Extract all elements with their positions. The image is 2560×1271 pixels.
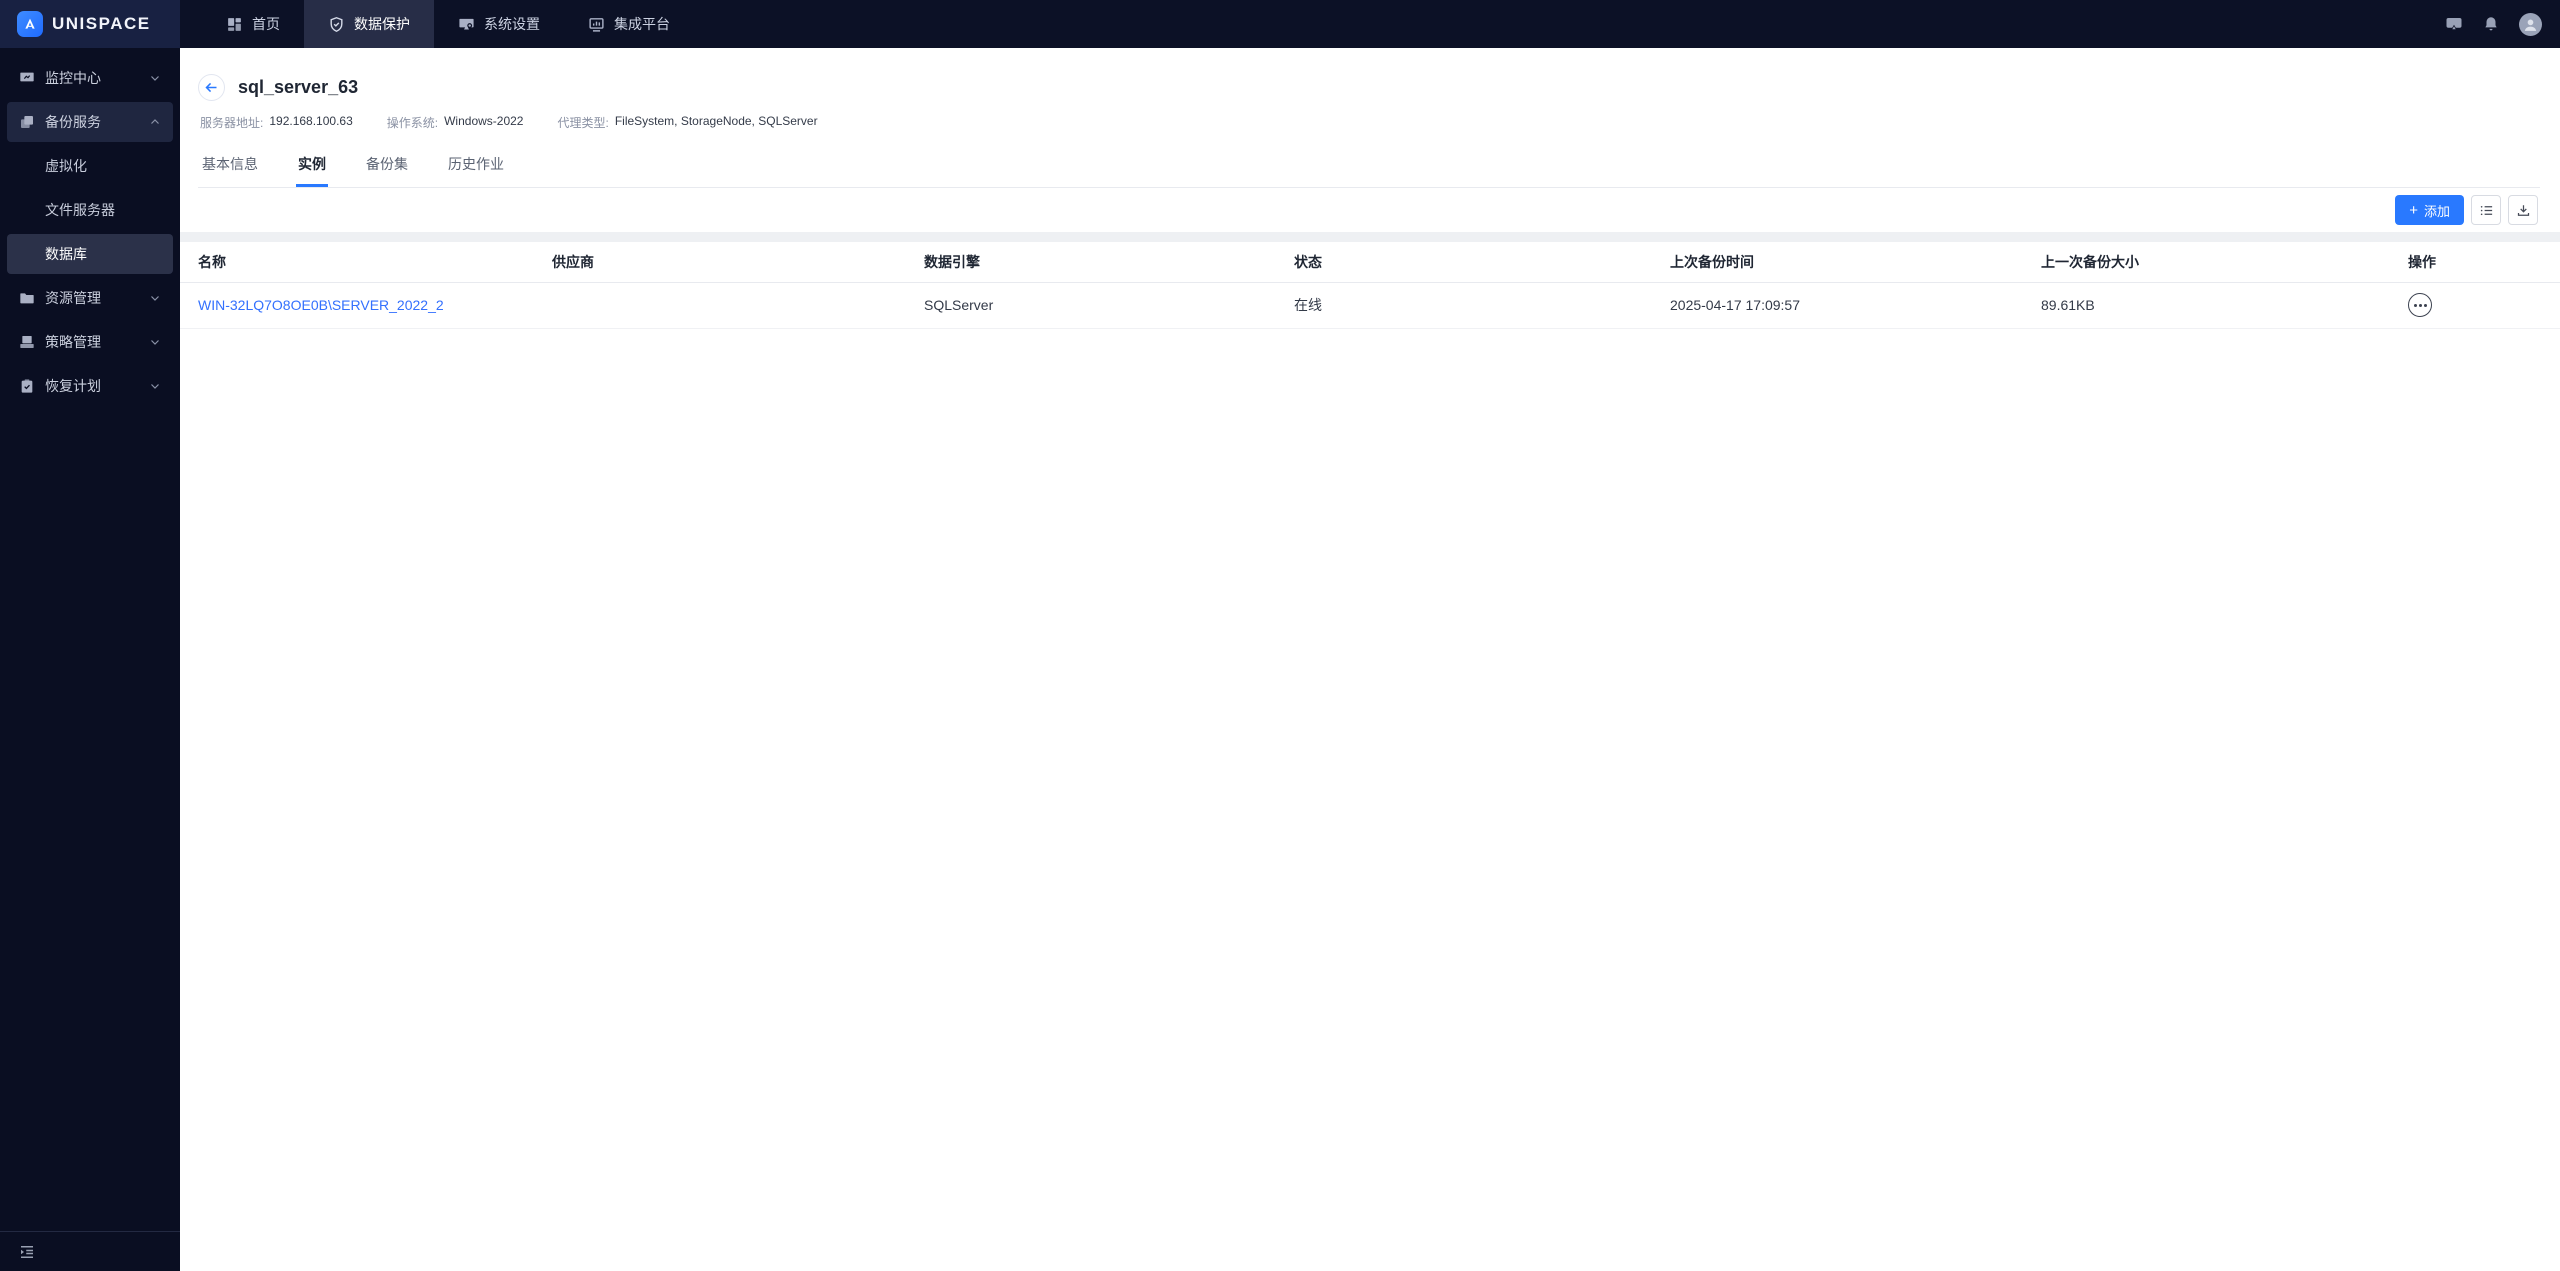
top-nav-items: 首页 数据保护 系统设置 集成平台 [202, 0, 694, 48]
bell-icon[interactable] [2482, 15, 2500, 33]
tab-instances[interactable]: 实例 [296, 148, 328, 187]
screen-share-icon[interactable] [2445, 15, 2463, 33]
agent-types: 代理类型: FileSystem, StorageNode, SQLServer [557, 114, 818, 130]
status-cell: 在线 [1290, 282, 1666, 329]
monitor-icon [20, 72, 34, 82]
tab-history-jobs[interactable]: 历史作业 [446, 148, 506, 187]
sidebar-item-policy-management[interactable]: 策略管理 [7, 322, 173, 362]
more-options-icon [2413, 303, 2417, 307]
platform-chart-icon [589, 17, 604, 32]
settings-monitor-icon [459, 18, 474, 29]
user-avatar[interactable] [2519, 12, 2542, 36]
sidebar-subitem-virtualization[interactable]: 虚拟化 [7, 146, 173, 186]
nav-item-data-protection[interactable]: 数据保护 [304, 0, 434, 48]
tab-bar: 基本信息 实例 备份集 历史作业 [198, 148, 2540, 188]
clipboard-check-icon [21, 379, 33, 393]
main-content: sql_server_63 服务器地址: 192.168.100.63 操作系统… [180, 48, 2560, 1271]
engine-cell: SQLServer [920, 282, 1290, 329]
section-divider [180, 232, 2560, 242]
sidebar-item-resource-management[interactable]: 资源管理 [7, 278, 173, 318]
column-header-actions: 操作 [2404, 242, 2560, 283]
table-toolbar: + 添加 [180, 188, 2560, 232]
unispace-logo-icon [17, 11, 43, 37]
dashboard-icon [228, 17, 241, 31]
instances-table: 名称 供应商 数据引擎 状态 上次备份时间 上一次备份大小 操作 WIN-32L… [180, 242, 2560, 329]
sidebar: 监控中心 备份服务 虚拟化 文件服务器 数据库 资源管理 策略管理 恢复计划 [0, 48, 180, 1271]
sidebar-subitem-label: 数据库 [45, 246, 87, 262]
top-nav-right [2445, 0, 2560, 48]
brand-logo: UNISPACE [0, 0, 180, 48]
chevron-down-icon [151, 296, 159, 301]
arrow-left-icon [205, 82, 217, 93]
column-header-name: 名称 [180, 242, 548, 283]
column-header-last-backup-size: 上一次备份大小 [2037, 242, 2404, 283]
more-actions-button[interactable] [2408, 293, 2432, 317]
column-settings-button[interactable] [2471, 195, 2501, 225]
last-backup-size-cell: 89.61KB [2037, 282, 2404, 329]
top-navbar: UNISPACE 首页 数据保护 系统设置 集成平台 [0, 0, 2560, 48]
nav-item-system-settings[interactable]: 系统设置 [434, 0, 564, 48]
nav-item-home[interactable]: 首页 [202, 0, 304, 48]
sidebar-item-label: 策略管理 [45, 334, 101, 350]
sidebar-item-label: 监控中心 [45, 70, 101, 86]
column-header-vendor: 供应商 [548, 242, 920, 283]
sidebar-item-backup-services[interactable]: 备份服务 [7, 102, 173, 142]
column-header-engine: 数据引擎 [920, 242, 1290, 283]
tab-backup-sets[interactable]: 备份集 [364, 148, 410, 187]
sidebar-item-monitor-center[interactable]: 监控中心 [7, 58, 173, 98]
folder-icon [20, 293, 34, 304]
column-header-last-backup-time: 上次备份时间 [1666, 242, 2037, 283]
copy-backup-icon [21, 116, 33, 128]
plus-icon: + [2409, 201, 2418, 219]
tab-basic-info[interactable]: 基本信息 [200, 148, 260, 187]
add-button[interactable]: + 添加 [2395, 195, 2464, 225]
sidebar-subitem-label: 虚拟化 [45, 158, 87, 174]
sidebar-item-label: 资源管理 [45, 290, 101, 306]
sidebar-subitem-file-server[interactable]: 文件服务器 [7, 190, 173, 230]
chevron-down-icon [151, 76, 159, 81]
sidebar-footer [0, 1231, 180, 1271]
operating-system: 操作系统: Windows-2022 [386, 114, 524, 130]
page-header: sql_server_63 服务器地址: 192.168.100.63 操作系统… [180, 48, 2560, 188]
server-info-row: 服务器地址: 192.168.100.63 操作系统: Windows-2022… [200, 114, 2540, 131]
shield-check-icon [330, 16, 343, 32]
vendor-cell [548, 282, 920, 329]
back-button[interactable] [198, 74, 225, 101]
table-row: WIN-32LQ7O8OE0B\SERVER_2022_2 SQLServer … [180, 282, 2560, 329]
instance-name-link[interactable]: WIN-32LQ7O8OE0B\SERVER_2022_2 [198, 297, 444, 313]
chevron-down-icon [151, 384, 159, 389]
page-title: sql_server_63 [238, 77, 359, 97]
brand-name: UNISPACE [52, 14, 151, 33]
sidebar-subitem-database[interactable]: 数据库 [7, 234, 173, 274]
table-header-row: 名称 供应商 数据引擎 状态 上次备份时间 上一次备份大小 操作 [180, 242, 2560, 283]
last-backup-time-cell: 2025-04-17 17:09:57 [1666, 282, 2037, 329]
nav-item-label: 数据保护 [354, 16, 410, 32]
nav-item-label: 系统设置 [484, 16, 540, 32]
server-device-icon [20, 336, 34, 348]
sidebar-subitem-label: 文件服务器 [45, 202, 115, 218]
list-icon [2480, 205, 2492, 215]
nav-item-integration-platform[interactable]: 集成平台 [564, 0, 694, 48]
chevron-up-icon [151, 119, 159, 124]
sidebar-item-label: 恢复计划 [45, 378, 101, 394]
download-icon [2517, 204, 2529, 216]
server-address: 服务器地址: 192.168.100.63 [200, 114, 353, 130]
collapse-sidebar-icon[interactable] [18, 1243, 36, 1261]
sidebar-item-recovery-plan[interactable]: 恢复计划 [7, 366, 173, 406]
sidebar-item-label: 备份服务 [45, 114, 101, 130]
column-header-status: 状态 [1290, 242, 1666, 283]
chevron-down-icon [151, 340, 159, 345]
export-button[interactable] [2508, 195, 2538, 225]
nav-item-label: 集成平台 [614, 16, 670, 32]
nav-item-label: 首页 [252, 16, 280, 32]
